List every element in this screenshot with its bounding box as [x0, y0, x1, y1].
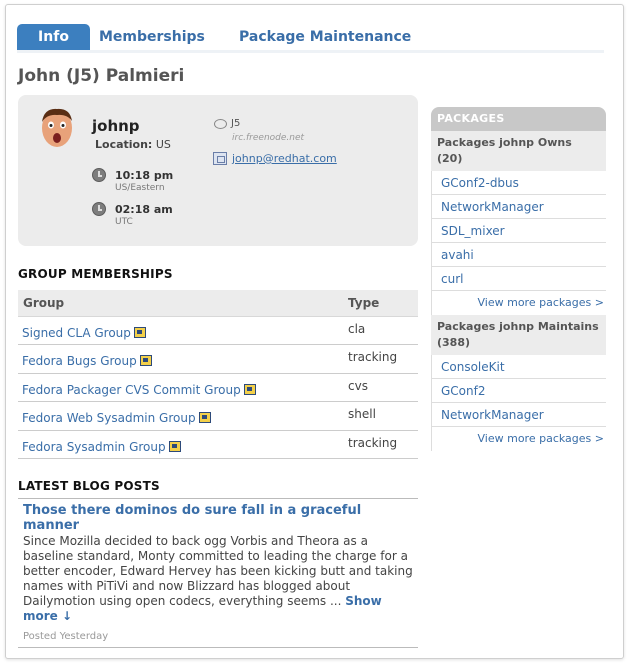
packages-owned-label: Packages johnp Owns (20) — [431, 131, 606, 171]
group-link[interactable]: Fedora Bugs Group — [22, 354, 152, 368]
column-header-type: Type — [348, 296, 380, 310]
avatar — [42, 108, 72, 147]
group-type: tracking — [348, 350, 398, 365]
tab-bar: Info Memberships Package Maintenance — [17, 21, 604, 53]
group-memberships-heading: GROUP MEMBERSHIPS — [18, 267, 173, 281]
tab-memberships[interactable]: Memberships — [99, 24, 205, 50]
admin-key-icon — [168, 440, 181, 452]
tab-package-maintenance[interactable]: Package Maintenance — [239, 24, 411, 50]
tab-info[interactable]: Info — [17, 24, 90, 50]
email-link[interactable]: johnp@redhat.com — [232, 152, 337, 165]
package-link[interactable]: NetworkManager — [431, 403, 606, 427]
blog-post-date: Posted Yesterday — [23, 631, 109, 642]
irc-nick: J5 — [231, 118, 241, 129]
table-row: Fedora Bugs Group tracking — [18, 345, 418, 374]
package-link[interactable]: GConf2 — [431, 379, 606, 403]
table-row: Fedora Packager CVS Commit Group cvs — [18, 374, 418, 403]
blog-post-excerpt: Since Mozilla decided to back ogg Vorbis… — [23, 534, 415, 624]
admin-key-icon — [198, 412, 211, 424]
clock-icon — [92, 202, 106, 216]
group-type: shell — [348, 407, 376, 422]
packages-maintained-label: Packages johnp Maintains (388) — [431, 315, 606, 355]
group-link[interactable]: Signed CLA Group — [22, 326, 146, 340]
local-timezone: US/Eastern — [115, 183, 165, 193]
group-type: cla — [348, 322, 366, 336]
profile-card: johnp Location: US 10:18 pm US/Eastern 0… — [18, 95, 418, 246]
admin-key-icon — [243, 383, 256, 395]
package-link[interactable]: GConf2-dbus — [431, 171, 606, 195]
location-value: US — [155, 138, 171, 151]
table-row: Fedora Sysadmin Group tracking — [18, 431, 418, 459]
username: johnp — [92, 117, 140, 135]
table-header: Group Type — [18, 290, 418, 317]
clock-icon — [92, 168, 106, 182]
group-type: cvs — [348, 378, 368, 393]
column-header-group: Group — [23, 296, 65, 310]
chat-bubble-icon — [214, 119, 227, 129]
divider — [18, 647, 418, 648]
blog-post-title[interactable]: Those there dominos do sure fall in a gr… — [23, 503, 393, 533]
location: Location: US — [95, 138, 171, 151]
local-time: 10:18 pm — [115, 169, 174, 182]
admin-key-icon — [133, 327, 146, 338]
view-more-owned-link[interactable]: View more packages > — [431, 291, 606, 315]
packages-panel: PACKAGES Packages johnp Owns (20) GConf2… — [431, 107, 606, 451]
package-link[interactable]: avahi — [431, 243, 606, 267]
blog-posts-heading: LATEST BLOG POSTS — [18, 479, 160, 493]
packages-heading: PACKAGES — [431, 107, 606, 131]
table-row: Fedora Web Sysadmin Group shell — [18, 402, 418, 431]
package-link[interactable]: NetworkManager — [431, 195, 606, 219]
package-link[interactable]: ConsoleKit — [431, 355, 606, 379]
table-row: Signed CLA Group cla — [18, 317, 418, 346]
group-table: Group Type Signed CLA Group cla Fedora B… — [18, 290, 418, 459]
irc-server: irc.freenode.net — [232, 133, 305, 143]
package-link[interactable]: curl — [431, 267, 606, 291]
view-more-maintained-link[interactable]: View more packages > — [431, 427, 606, 451]
group-link[interactable]: Fedora Packager CVS Commit Group — [22, 383, 256, 397]
main-frame: Info Memberships Package Maintenance Joh… — [5, 4, 624, 659]
group-link[interactable]: Fedora Web Sysadmin Group — [22, 411, 211, 425]
utc-time: 02:18 am — [115, 203, 173, 216]
location-label: Location: — [95, 138, 153, 151]
email-icon — [213, 152, 227, 165]
group-link[interactable]: Fedora Sysadmin Group — [22, 440, 181, 454]
package-link[interactable]: SDL_mixer — [431, 219, 606, 243]
divider — [18, 498, 418, 499]
admin-key-icon — [139, 355, 152, 367]
page-title: John (J5) Palmieri — [18, 66, 185, 86]
group-type: tracking — [348, 435, 398, 450]
utc-timezone: UTC — [115, 217, 133, 227]
